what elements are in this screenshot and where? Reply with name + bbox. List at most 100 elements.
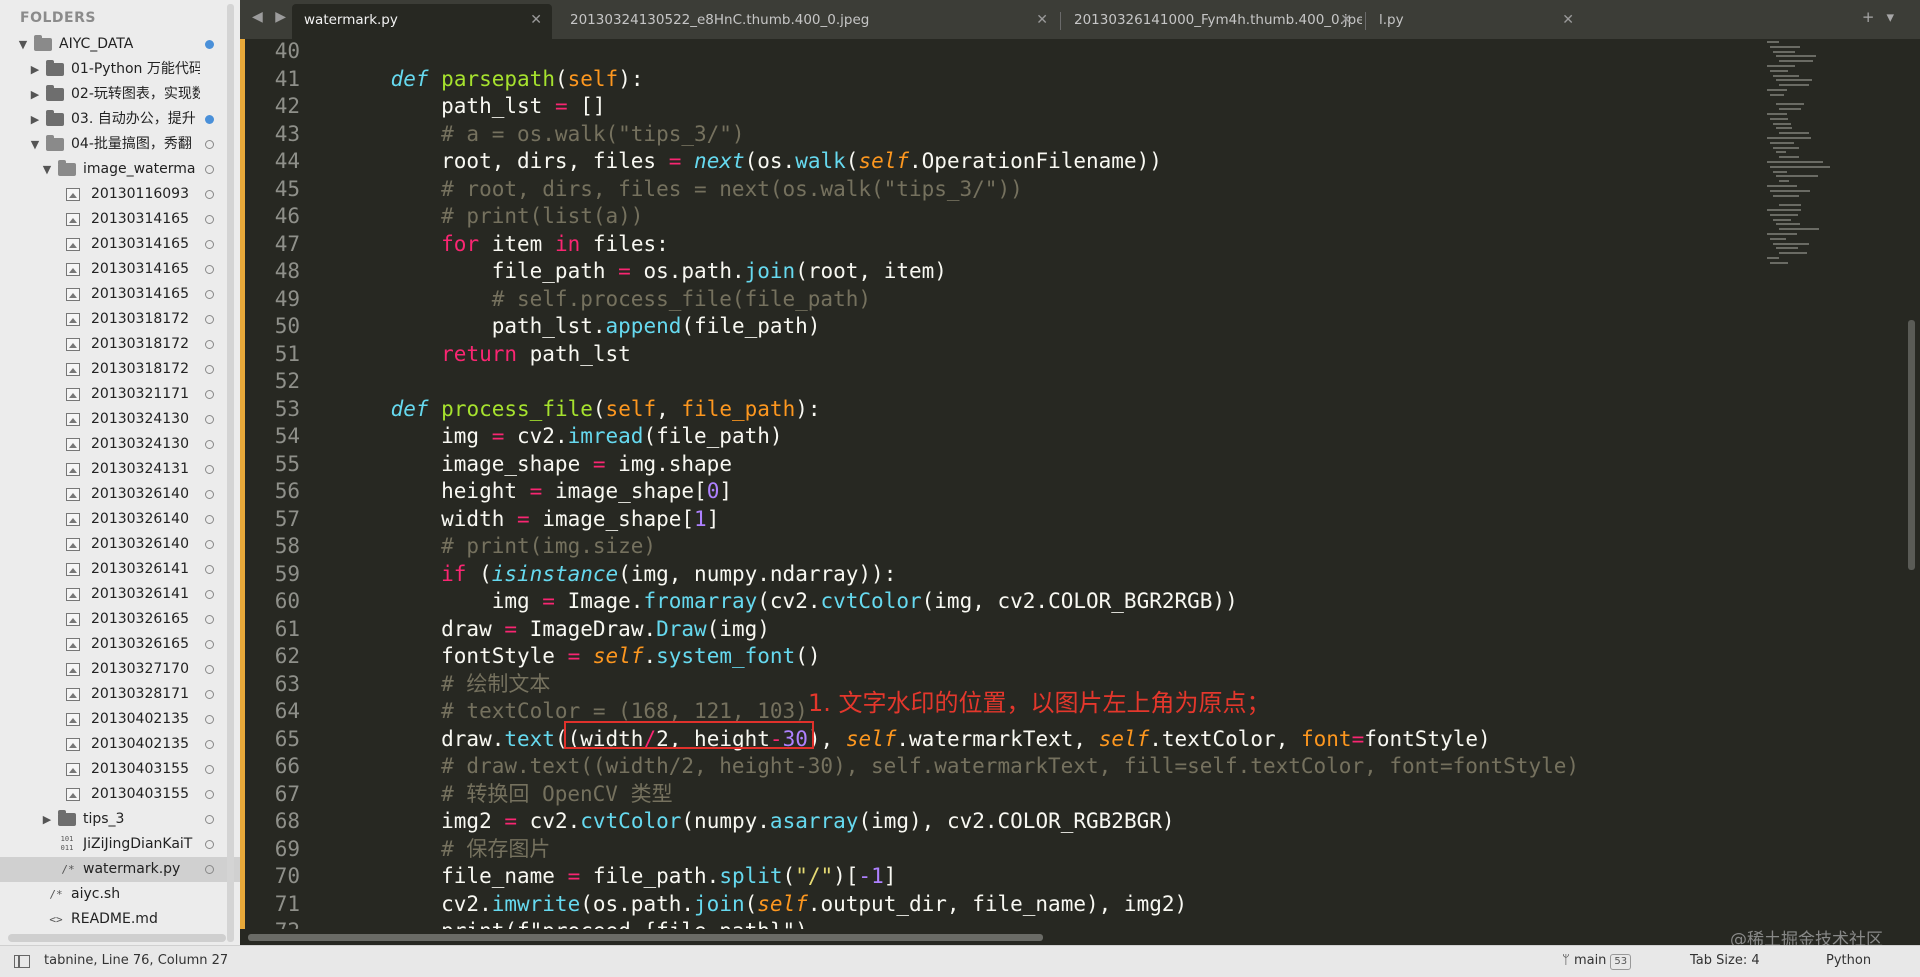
folder-icon [58,160,76,176]
tree-item[interactable]: ▶ 02-玩转图表，实现数 [0,82,240,107]
code-line: 69 # 保存图片 [240,836,1760,864]
tree-item[interactable]: 20130314165 [0,282,240,307]
tree-item[interactable]: 20130403155 [0,757,240,782]
code-file-icon: /* [49,888,63,901]
tree-item[interactable]: /* watermark.py [0,857,240,882]
code-line: 62 fontStyle = self.system_font() [240,643,1760,671]
tree-item[interactable]: ▼ AIYC_DATA [0,32,240,57]
code-token: (img), cv2.COLOR_RGB2BGR) [858,809,1175,833]
close-icon[interactable]: ✕ [1036,4,1048,37]
tree-item[interactable]: 20130324130 [0,432,240,457]
tab-nav-arrows-icon[interactable]: ◀ ▶ [252,9,290,25]
tree-item[interactable]: 20130326141 [0,557,240,582]
line-number: 60 [274,589,300,613]
tree-item[interactable]: 20130324131 [0,457,240,482]
disclosure-closed-icon[interactable]: ▶ [42,807,52,832]
status-bar: tabnine, Line 76, Column 27 ᛘ main 53 Tab… [0,945,1920,977]
line-number: 42 [274,94,300,118]
horizontal-scrollbar[interactable] [248,934,1043,941]
code-token: (file_path) [681,314,821,338]
code-file-icon: /* [61,863,75,876]
status-ring-icon [205,265,214,274]
tree-item[interactable]: 20130326141 [0,582,240,607]
tree-item[interactable]: 20130321171 [0,382,240,407]
new-tab-icon[interactable]: + [1862,8,1887,26]
tree-item[interactable]: 20130326140 [0,507,240,532]
tab-menu-icon[interactable]: ▾ [1886,8,1906,26]
code-token: (os.path. [580,891,695,916]
tree-item[interactable]: 101 011 JiZiJingDianKaiT [0,832,240,857]
tree-item[interactable]: ▶ tips_3 [0,807,240,832]
tab-watermark-py[interactable]: watermark.py ✕ [292,4,552,39]
minimap-line [1773,146,1799,149]
tree-item[interactable]: 20130314165 [0,207,240,232]
code-token: ] [719,479,732,503]
tree-item[interactable]: 20130403155 [0,782,240,807]
git-branch[interactable]: ᛘ main 53 [1562,953,1632,970]
minimap-line [1779,252,1807,255]
tree-item[interactable]: 20130326140 [0,532,240,557]
disclosure-closed-icon[interactable]: ▶ [30,57,40,82]
close-icon[interactable]: ✕ [1340,4,1352,37]
editor-scrollbar[interactable] [1908,320,1915,570]
tree-item[interactable]: 20130318172 [0,332,240,357]
tab-size[interactable]: Tab Size: 4 [1690,953,1760,968]
minimap-line [1770,165,1830,168]
code-token: cv2. [517,809,581,833]
minimap-line [1776,223,1800,226]
code-token: # print(list(a)) [340,204,644,228]
tree-item[interactable]: 20130402135 [0,707,240,732]
status-ring-icon [205,540,214,549]
disclosure-closed-icon[interactable]: ▶ [30,107,40,132]
tree-item[interactable]: ▶ 03. 自动办公，提升 [0,107,240,132]
tree-item[interactable]: ▼ image_waterma [0,157,240,182]
minimap-line [1776,79,1812,82]
tree-item[interactable]: 20130314165 [0,257,240,282]
tab-jpeg-1[interactable]: 20130324130522_e8HnC.thumb.400_0.jpeg ✕ [558,4,1058,39]
tree-item[interactable]: ▶ 01-Python 万能代码模 [0,57,240,82]
code-text: # draw.text((width/2, height-30), self.w… [340,753,1579,781]
disclosure-closed-icon[interactable]: ▶ [30,82,40,107]
tree-item-label: tips_3 [83,811,125,827]
close-icon[interactable]: ✕ [530,4,542,37]
disclosure-open-icon[interactable]: ▼ [42,157,52,182]
code-token: isinstance [491,561,619,586]
tree-item[interactable]: 20130326165 [0,607,240,632]
tree-item[interactable]: ▼ 04-批量搞图，秀翻 [0,132,240,157]
code-token: ( [466,561,492,586]
tree-item[interactable]: 20130116093 [0,182,240,207]
tree-item[interactable]: 20130402135 [0,732,240,757]
tree-item[interactable]: 20130328171 [0,682,240,707]
sidebar-scrollbar[interactable] [227,4,234,942]
syntax-mode[interactable]: Python [1826,953,1871,968]
tree-item[interactable]: 20130314165 [0,232,240,257]
disclosure-open-icon[interactable]: ▼ [18,32,28,57]
tab-l-py[interactable]: l.py ✕ [1367,4,1584,39]
tree-item[interactable]: /* aiyc.sh [0,882,240,907]
tree-item[interactable]: 20130318172 [0,307,240,332]
minimap[interactable] [1765,41,1905,281]
minimap-line [1770,213,1798,216]
tree-item[interactable]: 20130326165 [0,632,240,657]
code-token: for [441,231,480,256]
code-text: # 绘制文本 [340,671,550,699]
tree-item[interactable]: 20130324130 [0,407,240,432]
minimap-line [1767,257,1779,259]
tree-item[interactable]: <> README.md [0,907,240,932]
code-text: draw.text((width/2, height-30), self.wat… [340,726,1491,754]
sidebar-horizontal-scrollbar[interactable] [8,934,226,942]
tree-item[interactable]: 20130327170 [0,657,240,682]
panel-toggle-icon[interactable] [14,955,30,968]
close-icon[interactable]: ✕ [1562,4,1574,37]
minimap-line [1770,117,1788,120]
tree-item[interactable]: 20130318172 [0,357,240,382]
code-token: img [340,589,543,613]
minimap-line [1773,50,1795,53]
tab-jpeg-2[interactable]: 20130326141000_Fym4h.thumb.400_0.jpeg ✕ [1062,4,1362,39]
tree-item[interactable]: 20130326140 [0,482,240,507]
disclosure-open-icon[interactable]: ▼ [30,132,40,157]
tree-item-label: 20130326140 [91,511,189,527]
line-number: 64 [274,699,300,723]
